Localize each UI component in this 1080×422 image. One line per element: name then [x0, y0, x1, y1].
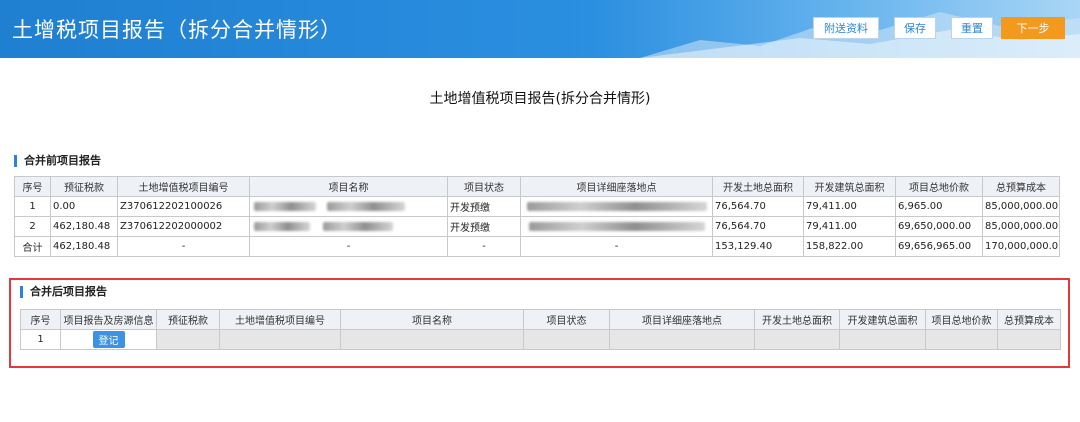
- cell-land-area: 76,564.70: [712, 216, 804, 237]
- cell-empty: [219, 329, 341, 350]
- page-header-title: 土增税项目报告（拆分合并情形）: [12, 18, 342, 42]
- cell-address-redacted: [520, 196, 713, 217]
- col-header: 项目名称: [249, 176, 448, 197]
- col-header: 项目报告及房源信息: [60, 309, 157, 330]
- table-row: 1 登记: [20, 329, 1061, 350]
- cell-name: -: [249, 236, 448, 257]
- col-header: 预征税款: [156, 309, 220, 330]
- cell-code: Z370612202100026: [117, 196, 250, 217]
- cell-budget: 170,000,000.0: [982, 236, 1060, 257]
- col-header: 项目总地价款: [925, 309, 998, 330]
- cell-build-area: 158,822.00: [803, 236, 896, 257]
- cell-code: Z370612202000002: [117, 216, 250, 237]
- after-merge-table: 序号 项目报告及房源信息 预征税款 土地增值税项目编号 项目名称 项目状态 项目…: [20, 309, 1061, 350]
- cell-empty: [997, 329, 1061, 350]
- cell-status: 开发预缴: [447, 196, 521, 217]
- cell-empty: [925, 329, 998, 350]
- report-title: 土地增值税项目报告(拆分合并情形): [429, 91, 651, 107]
- cell-build-area: 79,411.00: [803, 216, 896, 237]
- cell-budget: 85,000,000.00: [982, 196, 1060, 217]
- before-merge-table: 序号 预征税款 土地增值税项目编号 项目名称 项目状态 项目详细座落地点 开发土…: [14, 176, 1060, 257]
- cell-address-redacted: [520, 216, 713, 237]
- cell-empty: [523, 329, 610, 350]
- cell-land-area: 153,129.40: [712, 236, 804, 257]
- col-header: 开发土地总面积: [754, 309, 840, 330]
- col-header: 项目总地价款: [895, 176, 983, 197]
- cell-status: 开发预缴: [447, 216, 521, 237]
- cell-no: 2: [14, 216, 51, 237]
- cell-tax: 0.00: [50, 196, 118, 217]
- cell-build-area: 79,411.00: [803, 196, 896, 217]
- col-header: 项目状态: [523, 309, 610, 330]
- cell-name-redacted: [249, 216, 448, 237]
- cell-land-price: 6,965.00: [895, 196, 983, 217]
- col-header: 序号: [20, 309, 61, 330]
- col-header: 序号: [14, 176, 51, 197]
- cell-status: -: [447, 236, 521, 257]
- cell-budget: 85,000,000.00: [982, 216, 1060, 237]
- col-header: 土地增值税项目编号: [219, 309, 341, 330]
- table-header-row: 序号 预征税款 土地增值税项目编号 项目名称 项目状态 项目详细座落地点 开发土…: [14, 176, 1060, 197]
- col-header: 项目状态: [447, 176, 521, 197]
- col-header: 总预算成本: [997, 309, 1061, 330]
- cell-land-price: 69,650,000.00: [895, 216, 983, 237]
- cell-no: 1: [20, 329, 61, 350]
- next-step-button[interactable]: 下一步: [1001, 17, 1065, 39]
- col-header: 总预算成本: [982, 176, 1060, 197]
- cell-empty: [839, 329, 926, 350]
- cell-tax: 462,180.48: [50, 216, 118, 237]
- cell-address: -: [520, 236, 713, 257]
- attach-documents-button[interactable]: 附送资料: [813, 17, 879, 39]
- col-header: 开发土地总面积: [712, 176, 804, 197]
- cell-name-redacted: [249, 196, 448, 217]
- table-header-row: 序号 项目报告及房源信息 预征税款 土地增值税项目编号 项目名称 项目状态 项目…: [20, 309, 1061, 330]
- cell-total-label: 合计: [14, 236, 51, 257]
- col-header: 项目详细座落地点: [609, 309, 755, 330]
- cell-no: 1: [14, 196, 51, 217]
- register-button[interactable]: 登记: [92, 331, 125, 348]
- cell-land-price: 69,656,965.00: [895, 236, 983, 257]
- table-row: 2 462,180.48 Z370612202000002 开发预缴 76,56…: [14, 216, 1060, 237]
- col-header: 项目名称: [340, 309, 524, 330]
- cell-empty: [156, 329, 220, 350]
- cell-code: -: [117, 236, 250, 257]
- before-merge-section-label: 合并前项目报告: [14, 155, 101, 167]
- header-bar: 土增税项目报告（拆分合并情形） 附送资料 保存 重置 下一步: [0, 0, 1080, 58]
- col-header: 土地增值税项目编号: [117, 176, 250, 197]
- cell-empty: [609, 329, 755, 350]
- after-merge-section-label: 合并后项目报告: [20, 286, 107, 298]
- cell-register: 登记: [60, 329, 157, 350]
- col-header: 预征税款: [50, 176, 118, 197]
- save-button[interactable]: 保存: [894, 17, 936, 39]
- table-total-row: 合计 462,180.48 - - - - 153,129.40 158,822…: [14, 236, 1060, 257]
- cell-tax: 462,180.48: [50, 236, 118, 257]
- reset-button[interactable]: 重置: [951, 17, 993, 39]
- table-row: 1 0.00 Z370612202100026 开发预缴 76,564.70 7…: [14, 196, 1060, 217]
- cell-empty: [754, 329, 840, 350]
- col-header: 开发建筑总面积: [803, 176, 896, 197]
- cell-land-area: 76,564.70: [712, 196, 804, 217]
- col-header: 开发建筑总面积: [839, 309, 926, 330]
- cell-empty: [340, 329, 524, 350]
- col-header: 项目详细座落地点: [520, 176, 713, 197]
